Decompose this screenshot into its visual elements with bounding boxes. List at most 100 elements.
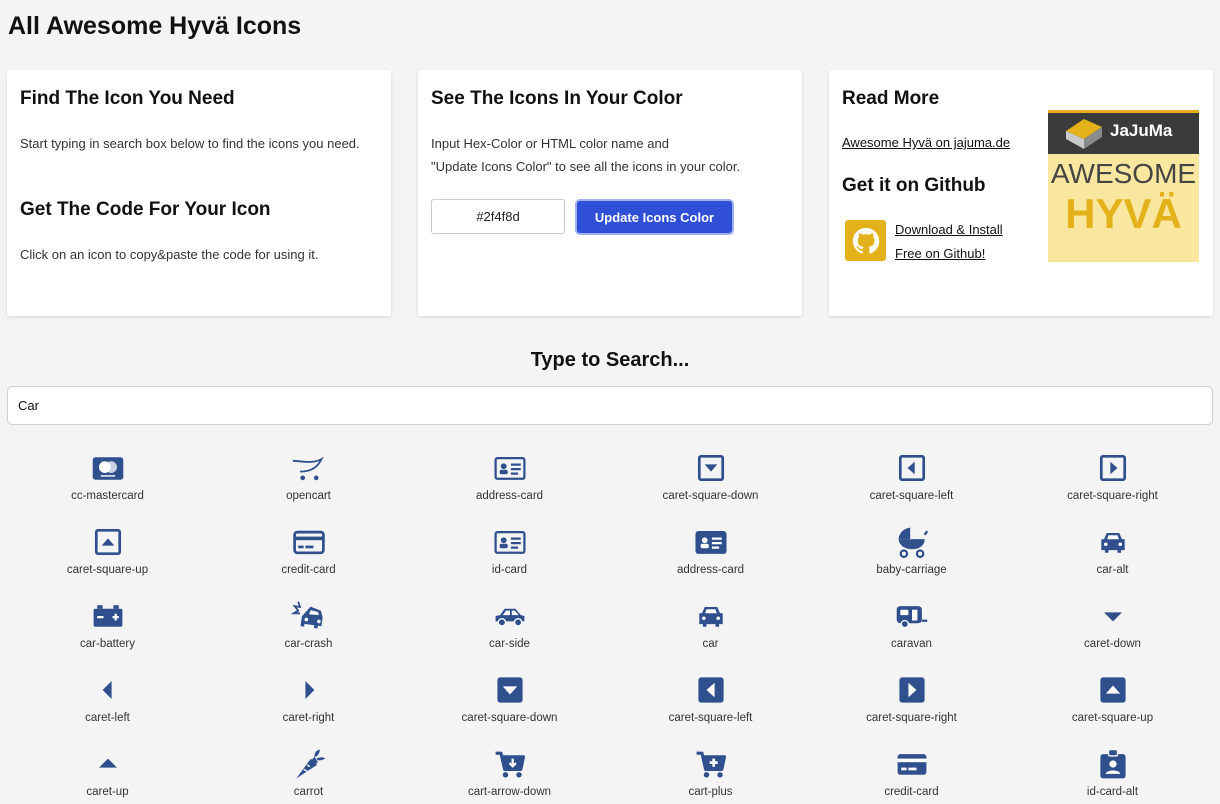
caret-square-down-icon — [697, 454, 724, 482]
icon-tile[interactable]: car — [610, 598, 811, 672]
credit-card-icon — [292, 530, 325, 555]
caret-up-icon — [98, 758, 117, 768]
github-heading: Get it on Github — [842, 175, 986, 196]
address-card-icon — [493, 456, 526, 480]
awesome-hyva-logo[interactable]: JaJuMa AWESOME HYVÄ — [1048, 110, 1199, 262]
icon-label: caravan — [891, 638, 932, 650]
icon-tile[interactable]: car-side — [409, 598, 610, 672]
icon-label: caret-right — [282, 712, 335, 724]
cart-plus-icon — [696, 751, 726, 778]
icon-tile[interactable]: credit-card — [811, 746, 1012, 804]
icon-label: caret-up — [86, 786, 129, 798]
caret-square-down-solid-icon — [496, 677, 523, 703]
icon-label: cart-arrow-down — [467, 786, 552, 798]
icon-label: caret-square-left — [869, 490, 954, 502]
find-icon-text: Start typing in search box below to find… — [20, 136, 360, 151]
opencart-icon — [292, 456, 324, 481]
icon-tile[interactable]: address-card — [409, 450, 610, 524]
icon-label: car-crash — [284, 638, 333, 650]
jajuma-link[interactable]: Awesome Hyvä on jajuma.de — [842, 135, 1010, 150]
caret-left-icon — [102, 681, 112, 699]
search-heading: Type to Search... — [530, 349, 690, 371]
caret-square-left-icon — [898, 454, 925, 482]
icon-label: caret-square-up — [66, 564, 149, 576]
car-alt-icon — [1100, 533, 1125, 553]
find-icon-heading: Find The Icon You Need — [20, 88, 235, 109]
logo-awesome-text: AWESOME — [1050, 158, 1197, 189]
car-battery-icon — [93, 605, 122, 627]
icon-tile[interactable]: caret-square-up — [7, 524, 208, 598]
icon-label: car-battery — [80, 638, 135, 650]
icon-label: caret-down — [1084, 638, 1141, 650]
caravan-icon — [896, 606, 927, 629]
icon-tile[interactable]: caret-square-down — [610, 450, 811, 524]
icon-label: credit-card — [281, 564, 336, 576]
icon-label: caret-square-down — [461, 712, 558, 724]
caret-square-up-icon — [94, 528, 121, 556]
icon-tile[interactable]: caret-up — [7, 746, 208, 804]
github-icon[interactable] — [845, 220, 886, 261]
icon-label: id-card — [491, 564, 528, 576]
icon-label: cart-plus — [688, 786, 733, 798]
search-input[interactable] — [7, 386, 1213, 425]
icon-label: opencart — [286, 490, 331, 502]
carrot-icon — [295, 749, 325, 779]
icon-tile[interactable]: id-card — [409, 524, 610, 598]
icon-tile[interactable]: cc-mastercard — [7, 450, 208, 524]
caret-square-up-solid-icon — [1099, 677, 1126, 703]
icon-label: car-alt — [1096, 564, 1129, 576]
icon-tile[interactable]: baby-carriage — [811, 524, 1012, 598]
icon-label: baby-carriage — [876, 564, 947, 576]
caret-square-left-solid-icon — [697, 677, 724, 703]
github-download-link[interactable]: Download & Install — [895, 222, 1003, 237]
icon-label: car — [702, 638, 719, 650]
id-card-alt-icon — [1099, 748, 1126, 779]
icon-label: carrot — [293, 786, 324, 798]
icon-tile[interactable]: caret-square-left — [610, 672, 811, 746]
icon-tile[interactable]: caret-left — [7, 672, 208, 746]
hex-color-input[interactable] — [431, 199, 565, 234]
icon-tile[interactable]: credit-card — [208, 524, 409, 598]
icon-tile[interactable]: carrot — [208, 746, 409, 804]
icon-label: caret-square-right — [866, 712, 957, 724]
update-icons-color-button[interactable]: Update Icons Color — [575, 199, 734, 235]
baby-carriage-icon — [898, 527, 928, 558]
icon-tile[interactable]: cart-arrow-down — [409, 746, 610, 804]
icon-tile[interactable]: car-alt — [1012, 524, 1213, 598]
icon-tile[interactable]: caret-right — [208, 672, 409, 746]
read-more-card: Read More Awesome Hyvä on jajuma.de Get … — [829, 70, 1213, 316]
caret-square-right-icon — [1099, 454, 1126, 482]
get-code-heading: Get The Code For Your Icon — [20, 199, 271, 220]
icon-tile[interactable]: caret-square-left — [811, 450, 1012, 524]
caret-down-icon — [1103, 612, 1122, 622]
icon-tile[interactable]: car-crash — [208, 598, 409, 672]
icon-tile[interactable]: caret-down — [1012, 598, 1213, 672]
icon-tile[interactable]: caret-square-down — [409, 672, 610, 746]
logo-brand: JaJuMa — [1110, 121, 1173, 140]
icon-label: caret-square-up — [1071, 712, 1154, 724]
cart-arrow-down-icon — [495, 751, 525, 778]
icon-tile[interactable]: car-battery — [7, 598, 208, 672]
github-free-link[interactable]: Free on Github! — [895, 246, 985, 261]
icon-tile[interactable]: caret-square-right — [811, 672, 1012, 746]
icon-tile[interactable]: address-card — [610, 524, 811, 598]
icon-tile[interactable]: caravan — [811, 598, 1012, 672]
color-heading: See The Icons In Your Color — [431, 88, 683, 109]
color-text-line1: Input Hex-Color or HTML color name and — [431, 136, 669, 151]
car-icon — [698, 607, 723, 627]
logo-hyva-text: HYVÄ — [1065, 190, 1182, 237]
icon-tile[interactable]: caret-square-up — [1012, 672, 1213, 746]
caret-right-icon — [304, 681, 314, 699]
icon-tile[interactable]: caret-square-right — [1012, 450, 1213, 524]
read-more-heading: Read More — [842, 88, 940, 109]
icon-label: address-card — [475, 490, 544, 502]
icon-tile[interactable]: opencart — [208, 450, 409, 524]
color-text-line2: "Update Icons Color" to see all the icon… — [431, 159, 741, 174]
icon-tile[interactable]: cart-plus — [610, 746, 811, 804]
car-crash-icon — [290, 601, 323, 629]
icon-label: id-card-alt — [1086, 786, 1139, 798]
icon-label: caret-left — [85, 712, 130, 724]
icon-label: credit-card — [884, 786, 939, 798]
icon-tile[interactable]: id-card-alt — [1012, 746, 1213, 804]
icon-label: caret-square-down — [662, 490, 759, 502]
